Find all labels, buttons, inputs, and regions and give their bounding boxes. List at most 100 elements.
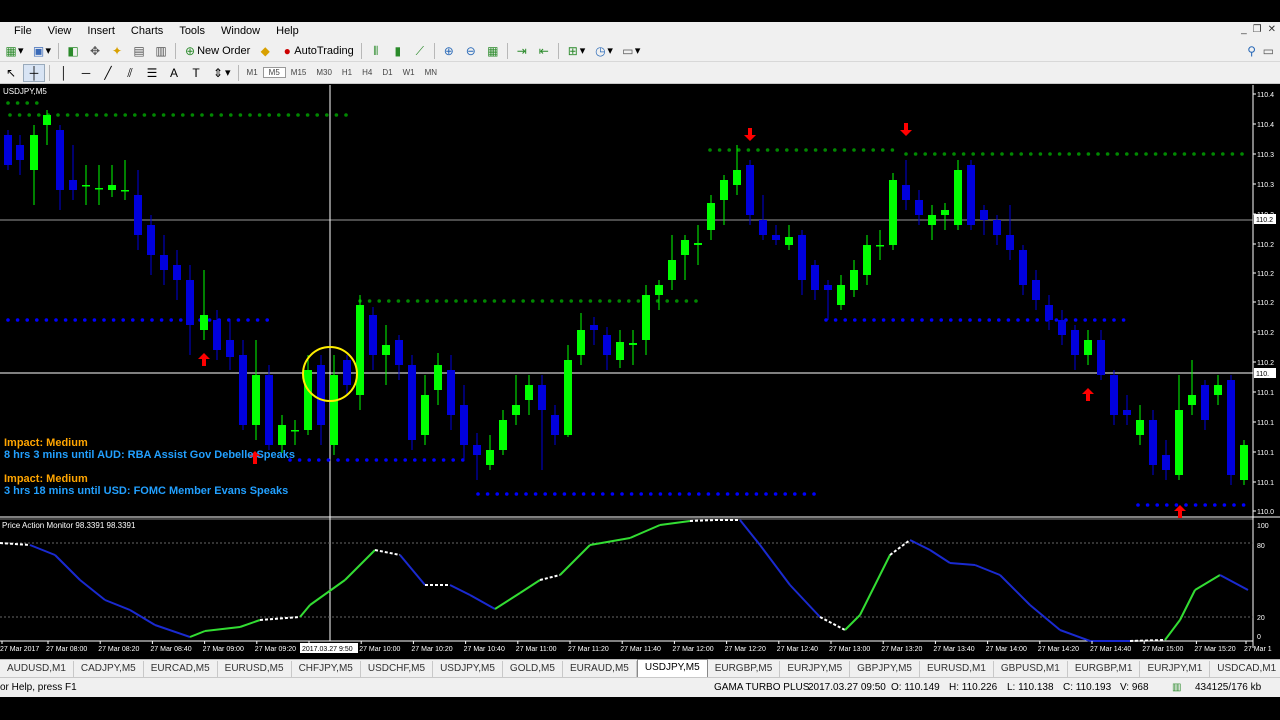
vertical-line-icon[interactable]: │ [54,64,74,82]
zoom-in-icon[interactable]: ⊕ [439,42,459,60]
navigator-button[interactable]: ✦ [107,42,127,60]
chart-tab[interactable]: USDCAD,M1 [1210,661,1280,677]
timeframe-h1[interactable]: H1 [337,68,357,77]
indicator-line-segment [689,519,716,522]
trendline-icon[interactable]: ╱ [98,64,118,82]
timeframe-m5[interactable]: M5 [262,67,286,78]
profiles-button[interactable]: ▣ ▾ [29,42,55,60]
chart-tab[interactable]: EURCAD,M5 [144,661,218,677]
timeframe-mn[interactable]: MN [420,68,442,77]
support-dot [562,492,567,496]
market-watch-button[interactable]: ◧ [63,42,83,60]
zoom-out-icon[interactable]: ⊖ [461,42,481,60]
resistance-dot [559,299,564,303]
auto-trading-button[interactable]: ● AutoTrading [277,42,357,60]
data-window-button[interactable]: ✥ [85,42,105,60]
support-dot [610,492,615,496]
menu-charts[interactable]: Charts [123,25,171,37]
minimize-icon[interactable]: _ [1241,24,1247,35]
support-dot [543,492,547,496]
resistance-dot [315,113,320,117]
indicator-level-label: 80 [1257,543,1265,550]
timeframe-m15[interactable]: M15 [286,68,312,77]
support-dot [374,458,379,462]
arrows-icon[interactable]: ⇕ ▾ [208,64,234,82]
chart-tab[interactable]: EURUSD,M5 [218,661,292,677]
menu-help[interactable]: Help [268,25,307,37]
timeframe-h4[interactable]: H4 [357,68,377,77]
resistance-dot [588,299,593,303]
chart-tab[interactable]: AUDUSD,M1 [0,661,74,677]
support-dot [83,318,87,322]
tester-button[interactable]: ▥ [151,42,171,60]
new-order-button[interactable]: ⊕ New Order [180,42,253,60]
close-icon[interactable]: ✕ [1268,24,1276,35]
bear-candle [395,340,403,365]
chart-tab[interactable]: USDJPY,M5 [433,661,503,677]
chart-tab[interactable]: EURGBP,M5 [708,661,781,677]
chart-tab[interactable]: GBPJPY,M5 [850,661,920,677]
chart-tab[interactable]: USDCHF,M5 [361,661,434,677]
menu-window[interactable]: Window [213,25,268,37]
autoscroll-button[interactable]: ⇤ [534,42,554,60]
tile-windows-button[interactable]: ▦ [483,42,503,60]
chart-tab[interactable]: CADJPY,M5 [74,661,144,677]
resistance-dot [27,113,32,117]
candlestick-button[interactable]: ▮ [388,42,408,60]
chart-tab[interactable]: USDJPY,M5 [636,659,708,677]
support-dot [1102,318,1107,322]
resistance-dot [37,113,41,117]
restore-icon[interactable]: ❐ [1253,24,1262,35]
chart-window[interactable]: 110.4 110.4 110.3 110.3 110.2 110.2 110.2 110.2… [0,85,1280,659]
bar-chart-button[interactable]: ⫴ [366,42,386,60]
text-label-icon[interactable]: T [186,64,206,82]
terminal-button[interactable]: ▤ [129,42,149,60]
price-chart[interactable]: 110.4110.4110.3110.3110.2110.2110.2110.2… [0,85,1280,659]
resistance-dot [387,299,391,303]
chart-tab[interactable]: EURJPY,M1 [1140,661,1211,677]
resistance-dot [56,113,60,117]
templates-button[interactable]: ▭ ▾ [618,42,644,60]
resistance-dot [492,299,497,303]
support-dot [255,318,260,322]
new-chart-button[interactable]: ▦ ▾ [1,42,27,60]
bear-candle [1032,280,1040,300]
resistance-dot [257,113,262,117]
timeframe-w1[interactable]: W1 [398,68,420,77]
line-chart-button[interactable]: ⟋ [410,42,430,60]
timeframe-m30[interactable]: M30 [311,68,337,77]
cursor-icon[interactable]: ↖ [1,64,21,82]
chart-tab[interactable]: CHFJPY,M5 [292,661,361,677]
status-high: H: 110.226 [949,682,998,693]
crosshair-icon[interactable]: ┼ [23,63,45,82]
periods-button[interactable]: ◷ ▾ [590,42,616,60]
menu-view[interactable]: View [40,25,80,37]
chart-shift-button[interactable]: ⇥ [512,42,532,60]
indicators-button[interactable]: ⊞ ▾ [563,42,589,60]
horizontal-line-icon[interactable]: ─ [76,64,96,82]
search-icon[interactable]: ⚲ [1247,44,1256,58]
resistance-dot [396,299,401,303]
chart-tab[interactable]: GOLD,M5 [503,661,563,677]
chart-tab[interactable]: EURGBP,M1 [1068,661,1141,677]
toolbar-divider [506,42,508,59]
chart-tab[interactable]: GBPUSD,M1 [994,661,1068,677]
chart-tab[interactable]: EURUSD,M1 [920,661,994,677]
chat-icon[interactable]: ▭ [1263,44,1274,58]
fibonacci-icon[interactable]: ☰ [142,64,162,82]
menu-insert[interactable]: Insert [79,25,123,37]
menu-file[interactable]: File [6,25,40,37]
chart-tab[interactable]: EURJPY,M5 [780,661,851,677]
timeframe-m1[interactable]: M1 [242,68,263,77]
text-icon[interactable]: A [164,64,184,82]
channel-icon[interactable]: ⫽ [120,64,140,82]
resistance-dot [15,101,20,105]
metaeditor-button[interactable]: ◆ [255,42,275,60]
chart-tab[interactable]: EURAUD,M5 [563,661,637,677]
resistance-dot [181,113,185,117]
time-axis-label: 27 Mar 08:00 [46,646,87,653]
resistance-dot [961,152,966,156]
menu-tools[interactable]: Tools [171,25,213,37]
timeframe-d1[interactable]: D1 [377,68,397,77]
auto-trading-label: AutoTrading [294,44,354,57]
